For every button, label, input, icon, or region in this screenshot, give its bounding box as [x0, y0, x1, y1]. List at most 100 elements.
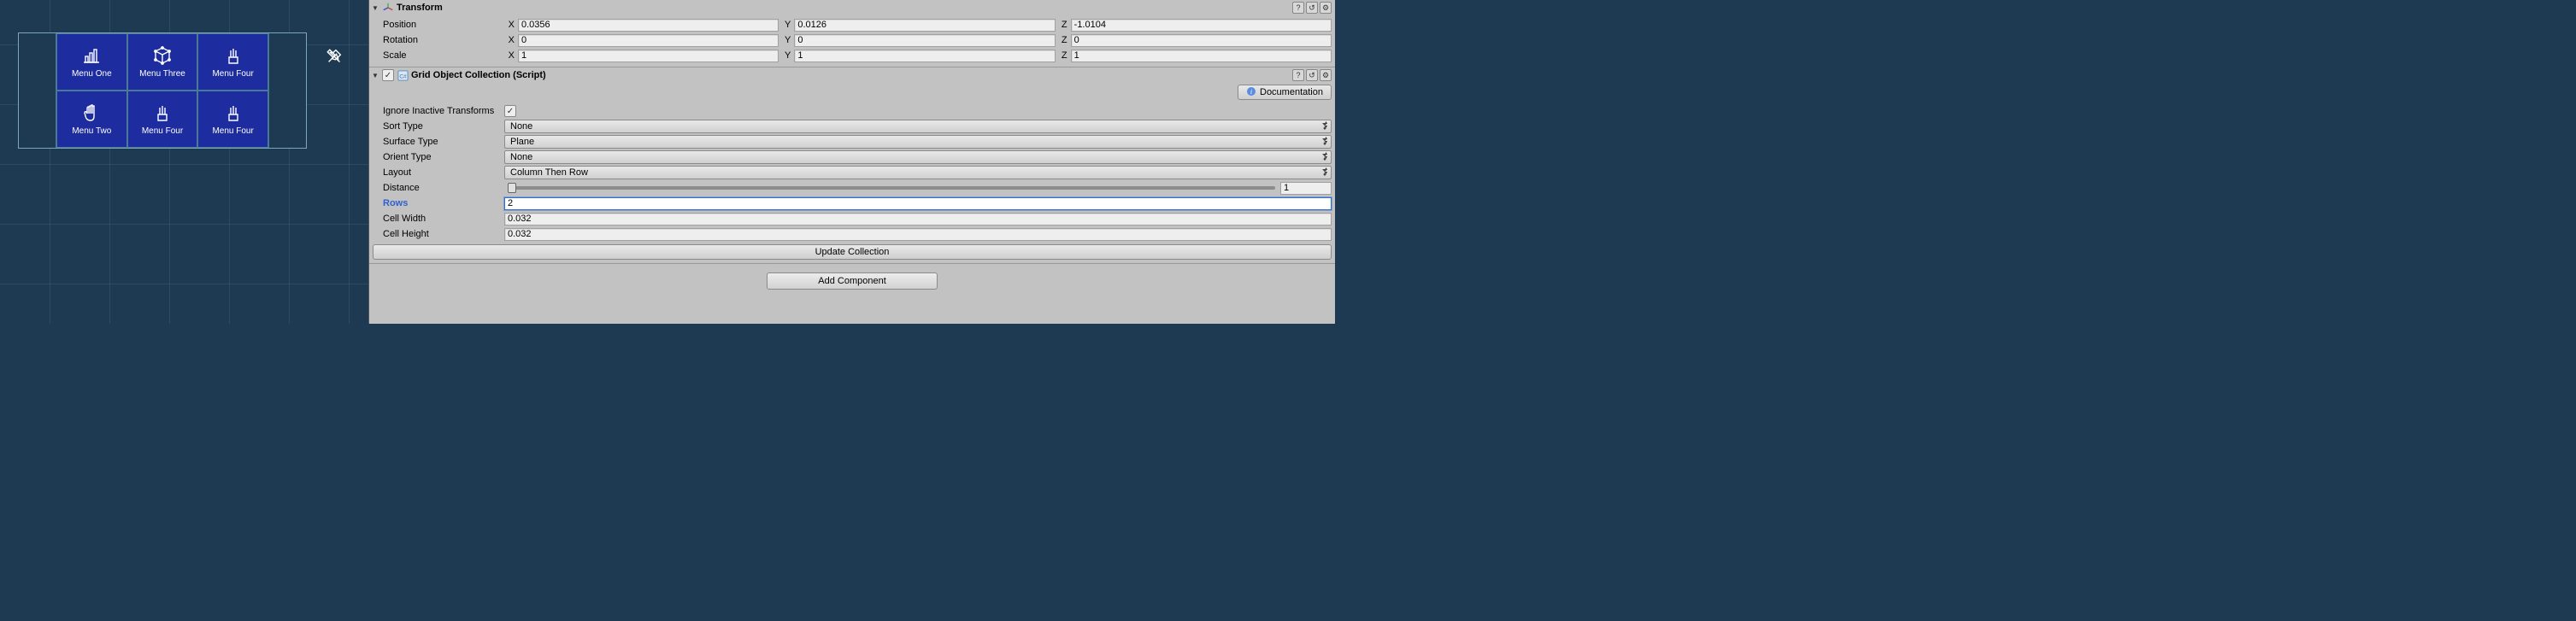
- rows-row: Rows: [373, 196, 1332, 211]
- sort-type-dropdown[interactable]: None▴▾: [504, 120, 1332, 133]
- menu-item[interactable]: Menu Four: [197, 33, 268, 91]
- rows-label: Rows: [373, 198, 501, 208]
- orient-type-dropdown[interactable]: None▴▾: [504, 150, 1332, 164]
- position-y-input[interactable]: [794, 19, 1055, 32]
- axis-x-label: X: [504, 50, 516, 61]
- distance-row: Distance: [373, 180, 1332, 196]
- scale-x-input[interactable]: [518, 50, 779, 62]
- brush-icon: [152, 103, 173, 123]
- cell-height-row: Cell Height: [373, 226, 1332, 242]
- axis-x-label: X: [504, 35, 516, 45]
- sort-type-row: Sort Type None▴▾: [373, 119, 1332, 134]
- distance-slider[interactable]: [508, 186, 1275, 190]
- update-collection-button[interactable]: Update Collection: [373, 244, 1332, 260]
- help-icon[interactable]: ?: [1292, 2, 1304, 14]
- transform-component: ▼ Transform ? ↺ ⚙ Position X Y Z: [369, 0, 1335, 67]
- cell-width-label: Cell Width: [373, 214, 501, 224]
- menu-item[interactable]: Menu One: [56, 33, 127, 91]
- layout-row: Layout Column Then Row▴▾: [373, 165, 1332, 180]
- axis-z-label: Z: [1057, 50, 1069, 61]
- menu-grid: Menu One Menu Three Menu Four Menu Two: [56, 33, 268, 148]
- menu-item-label: Menu One: [72, 69, 112, 79]
- reset-icon[interactable]: ↺: [1306, 2, 1318, 14]
- panel-gutter-right: [268, 33, 306, 148]
- menu-panel[interactable]: Menu One Menu Three Menu Four Menu Two: [18, 32, 307, 149]
- reset-icon[interactable]: ↺: [1306, 69, 1318, 81]
- rotation-y-input[interactable]: [794, 34, 1055, 47]
- transform-title: Transform: [397, 3, 1290, 13]
- info-icon: i: [1246, 86, 1256, 99]
- axis-y-label: Y: [780, 50, 792, 61]
- menu-item-label: Menu Four: [212, 126, 253, 136]
- csharp-script-icon: C#: [397, 69, 409, 81]
- axis-y-label: Y: [780, 20, 792, 30]
- cell-width-row: Cell Width: [373, 211, 1332, 226]
- transform-header[interactable]: ▼ Transform ? ↺ ⚙: [369, 0, 1335, 15]
- menu-item-label: Menu Three: [139, 69, 185, 79]
- foldout-icon[interactable]: ▼: [371, 3, 379, 12]
- surface-type-row: Surface Type Plane▴▾: [373, 134, 1332, 149]
- svg-text:i: i: [1250, 88, 1252, 96]
- documentation-button[interactable]: i Documentation: [1238, 85, 1332, 100]
- cell-width-input[interactable]: [504, 213, 1332, 226]
- svg-text:C#: C#: [399, 73, 407, 79]
- menu-item-label: Menu Four: [142, 126, 183, 136]
- axis-z-label: Z: [1057, 20, 1069, 30]
- brush-icon: [223, 45, 244, 66]
- distance-label: Distance: [373, 183, 501, 193]
- cube-icon: [152, 45, 173, 66]
- pin-icon[interactable]: [325, 47, 344, 66]
- hand-icon: [81, 103, 102, 123]
- documentation-label: Documentation: [1260, 87, 1323, 97]
- rotation-x-input[interactable]: [518, 34, 779, 47]
- layout-label: Layout: [373, 167, 501, 178]
- rotation-row: Rotation X Y Z: [373, 32, 1332, 48]
- menu-item[interactable]: Menu Three: [127, 33, 198, 91]
- axis-y-label: Y: [780, 35, 792, 45]
- rotation-label: Rotation: [373, 35, 501, 45]
- scale-y-input[interactable]: [794, 50, 1055, 62]
- bar-chart-icon: [81, 45, 102, 66]
- inspector-panel: ▼ Transform ? ↺ ⚙ Position X Y Z: [368, 0, 1335, 324]
- position-z-input[interactable]: [1071, 19, 1332, 32]
- menu-item[interactable]: Menu Four: [197, 91, 268, 148]
- position-label: Position: [373, 20, 501, 30]
- scale-row: Scale X Y Z: [373, 48, 1332, 63]
- brush-icon: [223, 103, 244, 123]
- component-enabled-checkbox[interactable]: ✓: [382, 69, 394, 81]
- grid-object-collection-component: ▼ ✓ C# Grid Object Collection (Script) ?…: [369, 67, 1335, 264]
- menu-item[interactable]: Menu Four: [127, 91, 198, 148]
- context-menu-icon[interactable]: ⚙: [1320, 2, 1332, 14]
- ignore-inactive-label: Ignore Inactive Transforms: [373, 106, 501, 116]
- transform-icon: [382, 2, 394, 14]
- context-menu-icon[interactable]: ⚙: [1320, 69, 1332, 81]
- add-component-button[interactable]: Add Component: [767, 272, 938, 290]
- help-icon[interactable]: ?: [1292, 69, 1304, 81]
- rows-input[interactable]: [504, 197, 1332, 210]
- surface-type-dropdown[interactable]: Plane▴▾: [504, 135, 1332, 149]
- menu-item-label: Menu Four: [212, 69, 253, 79]
- scale-z-input[interactable]: [1071, 50, 1332, 62]
- ignore-inactive-checkbox[interactable]: ✓: [504, 105, 516, 117]
- scene-view[interactable]: Menu One Menu Three Menu Four Menu Two: [0, 0, 368, 324]
- cell-height-label: Cell Height: [373, 229, 501, 239]
- panel-gutter-left: [19, 33, 56, 148]
- foldout-icon[interactable]: ▼: [371, 71, 379, 79]
- ignore-inactive-row: Ignore Inactive Transforms ✓: [373, 103, 1332, 119]
- grid-collection-title: Grid Object Collection (Script): [411, 70, 1290, 80]
- grid-collection-header[interactable]: ▼ ✓ C# Grid Object Collection (Script) ?…: [369, 67, 1335, 83]
- scale-label: Scale: [373, 50, 501, 61]
- distance-value-input[interactable]: [1280, 182, 1332, 195]
- menu-item-label: Menu Two: [72, 126, 111, 136]
- cell-height-input[interactable]: [504, 228, 1332, 241]
- rotation-z-input[interactable]: [1071, 34, 1332, 47]
- axis-x-label: X: [504, 20, 516, 30]
- orient-type-label: Orient Type: [373, 152, 501, 162]
- surface-type-label: Surface Type: [373, 137, 501, 147]
- menu-item[interactable]: Menu Two: [56, 91, 127, 148]
- position-x-input[interactable]: [518, 19, 779, 32]
- position-row: Position X Y Z: [373, 17, 1332, 32]
- axis-z-label: Z: [1057, 35, 1069, 45]
- orient-type-row: Orient Type None▴▾: [373, 149, 1332, 165]
- layout-dropdown[interactable]: Column Then Row▴▾: [504, 166, 1332, 179]
